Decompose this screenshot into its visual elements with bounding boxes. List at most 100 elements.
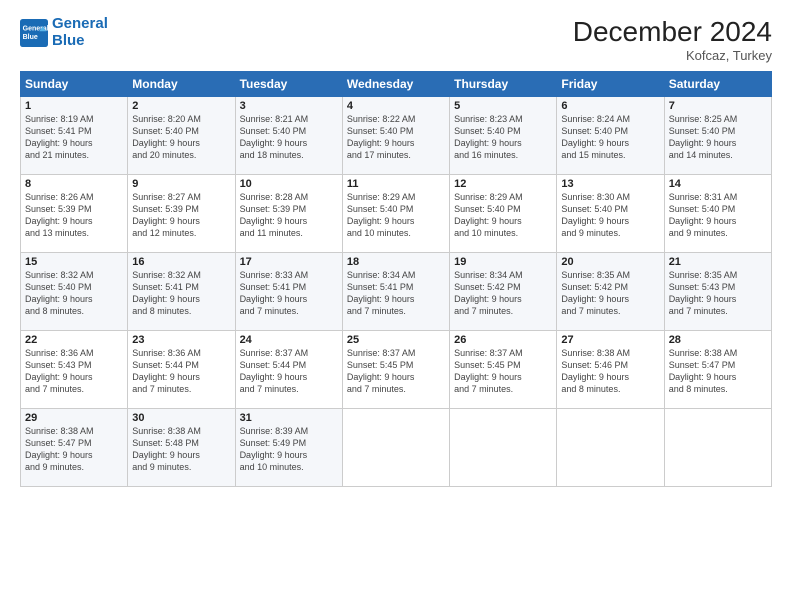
day-info: Sunrise: 8:30 AMSunset: 5:40 PMDaylight:… <box>561 191 659 240</box>
day-info: Sunrise: 8:36 AMSunset: 5:44 PMDaylight:… <box>132 347 230 396</box>
week-row-5: 29Sunrise: 8:38 AMSunset: 5:47 PMDayligh… <box>21 409 772 487</box>
day-number: 19 <box>454 256 552 268</box>
day-number: 21 <box>669 256 767 268</box>
day-info: Sunrise: 8:32 AMSunset: 5:41 PMDaylight:… <box>132 269 230 318</box>
calendar-page: General Blue General Blue December 2024 … <box>0 0 792 612</box>
day-number: 29 <box>25 412 123 424</box>
day-cell <box>664 409 771 487</box>
day-number: 20 <box>561 256 659 268</box>
day-number: 31 <box>240 412 338 424</box>
day-cell: 7Sunrise: 8:25 AMSunset: 5:40 PMDaylight… <box>664 97 771 175</box>
day-info: Sunrise: 8:20 AMSunset: 5:40 PMDaylight:… <box>132 113 230 162</box>
day-info: Sunrise: 8:19 AMSunset: 5:41 PMDaylight:… <box>25 113 123 162</box>
day-info: Sunrise: 8:38 AMSunset: 5:47 PMDaylight:… <box>25 425 123 474</box>
day-info: Sunrise: 8:22 AMSunset: 5:40 PMDaylight:… <box>347 113 445 162</box>
day-number: 7 <box>669 100 767 112</box>
header-row: SundayMondayTuesdayWednesdayThursdayFrid… <box>21 72 772 97</box>
day-cell: 23Sunrise: 8:36 AMSunset: 5:44 PMDayligh… <box>128 331 235 409</box>
day-info: Sunrise: 8:35 AMSunset: 5:42 PMDaylight:… <box>561 269 659 318</box>
day-number: 11 <box>347 178 445 190</box>
day-info: Sunrise: 8:29 AMSunset: 5:40 PMDaylight:… <box>454 191 552 240</box>
day-number: 18 <box>347 256 445 268</box>
day-cell: 16Sunrise: 8:32 AMSunset: 5:41 PMDayligh… <box>128 253 235 331</box>
day-cell: 2Sunrise: 8:20 AMSunset: 5:40 PMDaylight… <box>128 97 235 175</box>
col-header-tuesday: Tuesday <box>235 72 342 97</box>
day-info: Sunrise: 8:37 AMSunset: 5:45 PMDaylight:… <box>347 347 445 396</box>
day-info: Sunrise: 8:33 AMSunset: 5:41 PMDaylight:… <box>240 269 338 318</box>
day-number: 2 <box>132 100 230 112</box>
day-cell: 27Sunrise: 8:38 AMSunset: 5:46 PMDayligh… <box>557 331 664 409</box>
day-number: 9 <box>132 178 230 190</box>
day-cell: 21Sunrise: 8:35 AMSunset: 5:43 PMDayligh… <box>664 253 771 331</box>
day-number: 10 <box>240 178 338 190</box>
title-block: December 2024 Kofcaz, Turkey <box>573 16 772 63</box>
day-info: Sunrise: 8:34 AMSunset: 5:42 PMDaylight:… <box>454 269 552 318</box>
col-header-sunday: Sunday <box>21 72 128 97</box>
day-number: 16 <box>132 256 230 268</box>
logo: General Blue General Blue <box>20 16 108 49</box>
day-cell: 17Sunrise: 8:33 AMSunset: 5:41 PMDayligh… <box>235 253 342 331</box>
day-cell: 25Sunrise: 8:37 AMSunset: 5:45 PMDayligh… <box>342 331 449 409</box>
day-info: Sunrise: 8:26 AMSunset: 5:39 PMDaylight:… <box>25 191 123 240</box>
calendar-table: SundayMondayTuesdayWednesdayThursdayFrid… <box>20 71 772 487</box>
day-number: 22 <box>25 334 123 346</box>
day-info: Sunrise: 8:35 AMSunset: 5:43 PMDaylight:… <box>669 269 767 318</box>
day-cell <box>342 409 449 487</box>
day-number: 5 <box>454 100 552 112</box>
week-row-2: 8Sunrise: 8:26 AMSunset: 5:39 PMDaylight… <box>21 175 772 253</box>
day-number: 27 <box>561 334 659 346</box>
day-info: Sunrise: 8:37 AMSunset: 5:44 PMDaylight:… <box>240 347 338 396</box>
day-info: Sunrise: 8:29 AMSunset: 5:40 PMDaylight:… <box>347 191 445 240</box>
day-info: Sunrise: 8:38 AMSunset: 5:47 PMDaylight:… <box>669 347 767 396</box>
day-info: Sunrise: 8:34 AMSunset: 5:41 PMDaylight:… <box>347 269 445 318</box>
day-cell: 30Sunrise: 8:38 AMSunset: 5:48 PMDayligh… <box>128 409 235 487</box>
day-cell: 20Sunrise: 8:35 AMSunset: 5:42 PMDayligh… <box>557 253 664 331</box>
day-info: Sunrise: 8:32 AMSunset: 5:40 PMDaylight:… <box>25 269 123 318</box>
day-number: 1 <box>25 100 123 112</box>
day-cell: 12Sunrise: 8:29 AMSunset: 5:40 PMDayligh… <box>450 175 557 253</box>
day-number: 25 <box>347 334 445 346</box>
day-info: Sunrise: 8:37 AMSunset: 5:45 PMDaylight:… <box>454 347 552 396</box>
day-number: 13 <box>561 178 659 190</box>
day-info: Sunrise: 8:38 AMSunset: 5:48 PMDaylight:… <box>132 425 230 474</box>
day-info: Sunrise: 8:21 AMSunset: 5:40 PMDaylight:… <box>240 113 338 162</box>
day-cell: 22Sunrise: 8:36 AMSunset: 5:43 PMDayligh… <box>21 331 128 409</box>
week-row-3: 15Sunrise: 8:32 AMSunset: 5:40 PMDayligh… <box>21 253 772 331</box>
day-number: 4 <box>347 100 445 112</box>
day-cell: 28Sunrise: 8:38 AMSunset: 5:47 PMDayligh… <box>664 331 771 409</box>
day-number: 12 <box>454 178 552 190</box>
day-cell: 24Sunrise: 8:37 AMSunset: 5:44 PMDayligh… <box>235 331 342 409</box>
day-info: Sunrise: 8:38 AMSunset: 5:46 PMDaylight:… <box>561 347 659 396</box>
day-info: Sunrise: 8:24 AMSunset: 5:40 PMDaylight:… <box>561 113 659 162</box>
day-cell <box>450 409 557 487</box>
day-number: 23 <box>132 334 230 346</box>
day-cell: 9Sunrise: 8:27 AMSunset: 5:39 PMDaylight… <box>128 175 235 253</box>
col-header-monday: Monday <box>128 72 235 97</box>
day-cell: 10Sunrise: 8:28 AMSunset: 5:39 PMDayligh… <box>235 175 342 253</box>
day-info: Sunrise: 8:28 AMSunset: 5:39 PMDaylight:… <box>240 191 338 240</box>
logo-text: General Blue <box>52 16 108 49</box>
day-number: 26 <box>454 334 552 346</box>
day-cell: 1Sunrise: 8:19 AMSunset: 5:41 PMDaylight… <box>21 97 128 175</box>
logo-icon: General Blue <box>20 19 48 47</box>
day-cell: 11Sunrise: 8:29 AMSunset: 5:40 PMDayligh… <box>342 175 449 253</box>
day-cell: 29Sunrise: 8:38 AMSunset: 5:47 PMDayligh… <box>21 409 128 487</box>
day-cell: 5Sunrise: 8:23 AMSunset: 5:40 PMDaylight… <box>450 97 557 175</box>
day-cell: 14Sunrise: 8:31 AMSunset: 5:40 PMDayligh… <box>664 175 771 253</box>
day-info: Sunrise: 8:36 AMSunset: 5:43 PMDaylight:… <box>25 347 123 396</box>
day-number: 28 <box>669 334 767 346</box>
header: General Blue General Blue December 2024 … <box>20 16 772 63</box>
day-cell: 18Sunrise: 8:34 AMSunset: 5:41 PMDayligh… <box>342 253 449 331</box>
month-title: December 2024 <box>573 16 772 48</box>
day-number: 6 <box>561 100 659 112</box>
day-cell: 13Sunrise: 8:30 AMSunset: 5:40 PMDayligh… <box>557 175 664 253</box>
day-cell: 4Sunrise: 8:22 AMSunset: 5:40 PMDaylight… <box>342 97 449 175</box>
col-header-wednesday: Wednesday <box>342 72 449 97</box>
day-cell: 6Sunrise: 8:24 AMSunset: 5:40 PMDaylight… <box>557 97 664 175</box>
week-row-4: 22Sunrise: 8:36 AMSunset: 5:43 PMDayligh… <box>21 331 772 409</box>
day-cell: 15Sunrise: 8:32 AMSunset: 5:40 PMDayligh… <box>21 253 128 331</box>
col-header-saturday: Saturday <box>664 72 771 97</box>
day-info: Sunrise: 8:25 AMSunset: 5:40 PMDaylight:… <box>669 113 767 162</box>
logo-line1: General <box>52 15 108 32</box>
day-number: 24 <box>240 334 338 346</box>
